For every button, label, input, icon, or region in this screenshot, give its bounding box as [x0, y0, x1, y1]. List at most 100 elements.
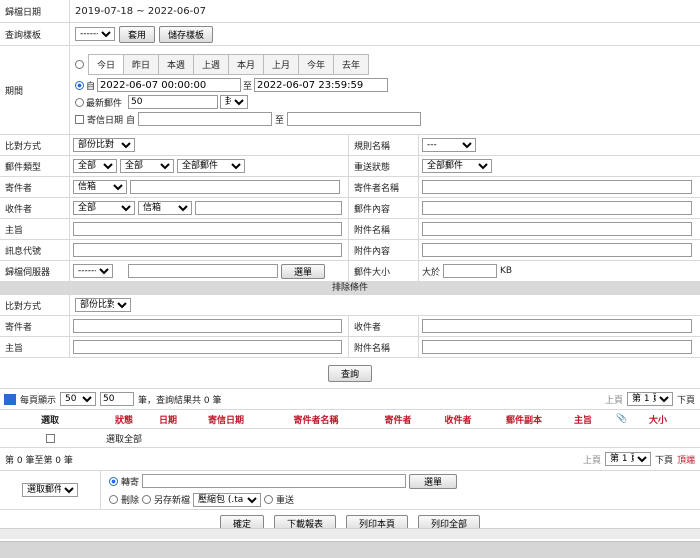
- exclude-sender-input[interactable]: [73, 319, 342, 333]
- mail-content-label: 郵件內容: [349, 198, 419, 218]
- per-page-input[interactable]: [100, 392, 135, 406]
- per-page-select[interactable]: 50: [60, 392, 97, 406]
- mail-size-input[interactable]: [443, 264, 498, 278]
- tab-yesterday[interactable]: 昨日: [124, 55, 159, 74]
- tab-last-week[interactable]: 上週: [194, 55, 229, 74]
- sender-name-input[interactable]: [422, 180, 692, 194]
- select-mail-dropdown[interactable]: 選取郵件: [22, 483, 78, 497]
- mail-type-select-1[interactable]: 全部: [73, 159, 117, 173]
- message-id-input[interactable]: [73, 243, 342, 257]
- tab-this-week[interactable]: 本週: [159, 55, 194, 74]
- query-template-row: 查詢樣板 ------- 套用 儲存樣板: [0, 23, 700, 46]
- send-from-input[interactable]: [138, 112, 273, 126]
- footer-bar-2: [0, 541, 700, 558]
- select-all-row: 選取全部: [0, 429, 700, 448]
- col-date[interactable]: 日期: [148, 413, 188, 426]
- tab-last-month[interactable]: 上月: [264, 55, 299, 74]
- list-icon: [4, 393, 16, 405]
- exclude-recipient-input[interactable]: [422, 319, 692, 333]
- send-from-label: 自: [126, 115, 136, 126]
- tab-last-year[interactable]: 去年: [334, 55, 368, 74]
- rule-name-select[interactable]: ---: [422, 138, 476, 152]
- send-to-input[interactable]: [287, 112, 422, 126]
- col-select: 選取: [40, 415, 59, 426]
- exclude-subject-row: 主旨 附件名稱: [0, 337, 700, 358]
- exclude-subject-input[interactable]: [73, 340, 342, 354]
- period-from-input[interactable]: [97, 78, 242, 92]
- subject-row: 主旨 附件名稱: [0, 219, 700, 240]
- resend-status-select[interactable]: 全部郵件: [422, 159, 492, 173]
- col-subject[interactable]: 主旨: [560, 413, 606, 426]
- tab-this-year[interactable]: 今年: [299, 55, 334, 74]
- recipient-input[interactable]: [195, 201, 342, 215]
- query-template-select[interactable]: -------: [75, 27, 115, 41]
- exclude-subject-label: 主旨: [0, 337, 70, 357]
- period-range-radio[interactable]: [75, 80, 84, 90]
- col-cc[interactable]: 郵件副本: [488, 413, 560, 426]
- exclude-attachment-input[interactable]: [422, 340, 692, 354]
- recipient-scope-select[interactable]: 全部: [73, 201, 135, 215]
- col-sender-name[interactable]: 寄件者名稱: [264, 413, 368, 426]
- forward-radio[interactable]: [109, 476, 118, 486]
- prev-page-link-bottom[interactable]: 上頁: [583, 453, 601, 466]
- forward-menu-button[interactable]: 選單: [409, 473, 458, 489]
- subject-input[interactable]: [73, 222, 342, 236]
- page-select-bottom[interactable]: 第 1 頁: [604, 452, 651, 466]
- period-preset-radio[interactable]: [75, 60, 84, 69]
- save-template-button[interactable]: 儲存樣板: [159, 25, 214, 43]
- actions-row: 選取郵件 轉寄 選單 刪除 另存新檔 壓縮包 (.tar) 重送: [0, 471, 700, 510]
- period-from-label: 自: [86, 81, 96, 92]
- archive-server-menu-button[interactable]: 選單: [281, 263, 326, 279]
- period-to-input[interactable]: [254, 78, 389, 92]
- mail-size-prefix: 大於: [422, 267, 441, 278]
- mail-type-select-2[interactable]: 全部: [120, 159, 174, 173]
- save-new-radio[interactable]: [142, 495, 152, 504]
- query-template-label: 查詢樣板: [0, 23, 70, 45]
- archive-format-select[interactable]: 壓縮包 (.tar): [193, 492, 262, 507]
- select-all-checkbox[interactable]: [45, 433, 55, 443]
- archive-server-label: 歸檔伺服器: [0, 261, 70, 281]
- archive-server-select[interactable]: -------: [73, 264, 113, 278]
- compare-rule-row: 比對方式 部份比對 規則名稱 ---: [0, 135, 700, 156]
- forward-input[interactable]: [142, 474, 407, 488]
- prev-page-link[interactable]: 上頁: [605, 393, 623, 406]
- archive-date-label: 歸檔日期: [0, 0, 70, 22]
- col-status[interactable]: 狀態: [100, 413, 148, 426]
- archive-server-row: 歸檔伺服器 ------- 選單 郵件大小 大於 KB: [0, 261, 700, 282]
- next-page-link[interactable]: 下頁: [677, 393, 695, 406]
- resend-radio[interactable]: [264, 495, 274, 504]
- col-sender[interactable]: 寄件者: [368, 413, 428, 426]
- query-button[interactable]: 查詢: [327, 364, 372, 382]
- archive-date-value: 2019-07-18 ~ 2022-06-07: [75, 5, 206, 17]
- col-recipient[interactable]: 收件者: [428, 413, 488, 426]
- col-size[interactable]: 大小: [638, 413, 678, 426]
- sender-input[interactable]: [130, 180, 340, 194]
- recipient-field-select[interactable]: 信箱: [138, 201, 192, 215]
- page-select[interactable]: 第 1 頁: [626, 392, 673, 406]
- sender-field-select[interactable]: 信箱: [73, 180, 127, 194]
- latest-count-input[interactable]: [128, 95, 219, 109]
- next-page-link-bottom[interactable]: 下頁: [655, 453, 673, 466]
- send-date-checkbox[interactable]: [75, 114, 84, 124]
- send-to-label: 至: [275, 115, 285, 126]
- recipient-row: 收件者 全部 信箱 郵件內容: [0, 198, 700, 219]
- attachment-content-input[interactable]: [422, 243, 692, 257]
- archive-server-input[interactable]: [128, 264, 278, 278]
- mail-content-input[interactable]: [422, 201, 692, 215]
- archive-date-row: 歸檔日期 2019-07-18 ~ 2022-06-07: [0, 0, 700, 23]
- compare-mode-select[interactable]: 部份比對: [73, 138, 135, 152]
- attachment-name-input[interactable]: [422, 222, 692, 236]
- mail-type-select-3[interactable]: 全部郵件: [177, 159, 245, 173]
- apply-template-button[interactable]: 套用: [119, 25, 156, 43]
- message-id-label: 訊息代號: [0, 240, 70, 260]
- top-link[interactable]: 頂端: [677, 453, 695, 466]
- period-to-label: 至: [243, 81, 253, 92]
- col-send-date[interactable]: 寄信日期: [188, 413, 264, 426]
- subject-label: 主旨: [0, 219, 70, 239]
- exclude-compare-select[interactable]: 部份比對: [75, 298, 131, 312]
- tab-this-month[interactable]: 本月: [229, 55, 264, 74]
- delete-radio[interactable]: [109, 495, 118, 504]
- latest-unit-select[interactable]: 封: [220, 95, 249, 109]
- latest-mail-radio[interactable]: [75, 97, 84, 107]
- tab-today[interactable]: 今日: [89, 55, 124, 74]
